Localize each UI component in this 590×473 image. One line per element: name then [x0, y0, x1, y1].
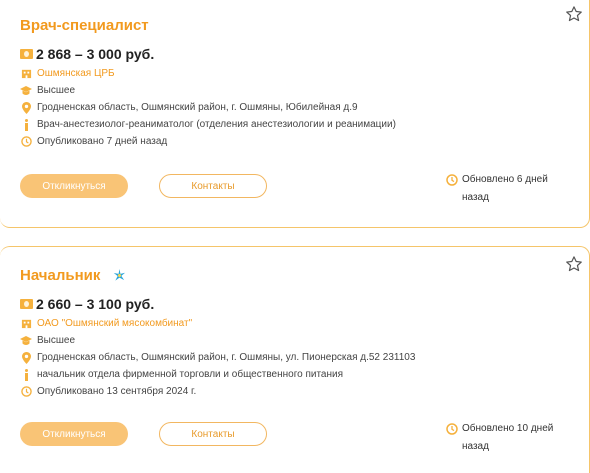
building-icon — [20, 318, 32, 330]
address-row: Гродненская область, Ошмянский район, г.… — [20, 99, 396, 116]
employer-row: Ошмянская ЦРБ — [20, 65, 396, 82]
salary-value: 2 660 – 3 100 руб. — [36, 296, 155, 312]
vacancy-title-text[interactable]: Врач-специалист — [20, 17, 149, 34]
apply-button[interactable]: Откликнуться — [20, 174, 128, 198]
building-icon — [20, 68, 32, 80]
vacancy-details: ОАО "Ошмянский мясокомбинат" Высшее Грод… — [20, 315, 415, 400]
contacts-button[interactable]: Контакты — [159, 174, 267, 198]
star-outline-icon[interactable] — [565, 5, 583, 23]
money-icon — [20, 299, 33, 309]
vacancy-details: Ошмянская ЦРБ Высшее Гродненская область… — [20, 65, 396, 150]
education-row: Высшее — [20, 332, 415, 349]
employer-link[interactable]: Ошмянская ЦРБ — [37, 68, 115, 79]
published-value: Опубликовано 13 сентября 2024 г. — [37, 386, 197, 397]
description-row: Врач-анестезиолог-реаниматолог (отделени… — [20, 116, 396, 133]
education-row: Высшее — [20, 82, 396, 99]
description-value: Врач-анестезиолог-реаниматолог (отделени… — [37, 119, 396, 130]
address-row: Гродненская область, Ошмянский район, г.… — [20, 349, 415, 366]
salary-value: 2 868 – 3 000 руб. — [36, 46, 155, 62]
description-row: начальник отдела фирменной торговли и об… — [20, 366, 415, 383]
clock-icon — [20, 386, 32, 398]
published-row: Опубликовано 7 дней назад — [20, 133, 396, 150]
description-value: начальник отдела фирменной торговли и об… — [37, 369, 344, 380]
contacts-button[interactable]: Контакты — [159, 422, 267, 446]
vacancy-title-text[interactable]: Начальник — [20, 267, 100, 284]
graduation-cap-icon — [20, 85, 32, 97]
vacancy-card: Начальник 2 660 – 3 100 руб. ОАО "Ошмянс… — [0, 246, 590, 473]
employer-link[interactable]: ОАО "Ошмянский мясокомбинат" — [37, 318, 192, 329]
info-icon — [20, 118, 32, 131]
employer-row: ОАО "Ошмянский мясокомбинат" — [20, 315, 415, 332]
address-value: Гродненская область, Ошмянский район, г.… — [37, 102, 358, 113]
vacancy-title[interactable]: Врач-специалист — [20, 17, 149, 34]
map-pin-icon — [20, 351, 32, 364]
graduation-cap-icon — [20, 335, 32, 347]
updated-info: Обновлено 6 дней назад — [446, 171, 566, 207]
map-pin-icon — [20, 101, 32, 114]
apply-button[interactable]: Откликнуться — [20, 422, 128, 446]
published-value: Опубликовано 7 дней назад — [37, 136, 168, 147]
updated-value: Обновлено 6 дней назад — [462, 174, 548, 203]
address-value: Гродненская область, Ошмянский район, г.… — [37, 352, 416, 363]
star-outline-icon[interactable] — [565, 255, 583, 273]
education-value: Высшее — [37, 85, 76, 96]
info-icon — [20, 368, 32, 381]
salary: 2 660 – 3 100 руб. — [20, 296, 154, 312]
vacancy-card: Врач-специалист 2 868 – 3 000 руб. Ошмян… — [0, 0, 590, 228]
education-value: Высшее — [37, 335, 76, 346]
updated-info: Обновлено 10 дней назад — [446, 420, 566, 456]
published-row: Опубликовано 13 сентября 2024 г. — [20, 383, 415, 400]
clock-icon — [20, 136, 32, 148]
salary: 2 868 – 3 000 руб. — [20, 46, 154, 62]
clock-icon — [446, 423, 458, 435]
updated-value: Обновлено 10 дней назад — [462, 423, 554, 452]
vacancy-title[interactable]: Начальник — [20, 267, 126, 284]
clock-icon — [446, 174, 458, 186]
sparkle-icon — [113, 269, 125, 281]
money-icon — [20, 49, 33, 59]
